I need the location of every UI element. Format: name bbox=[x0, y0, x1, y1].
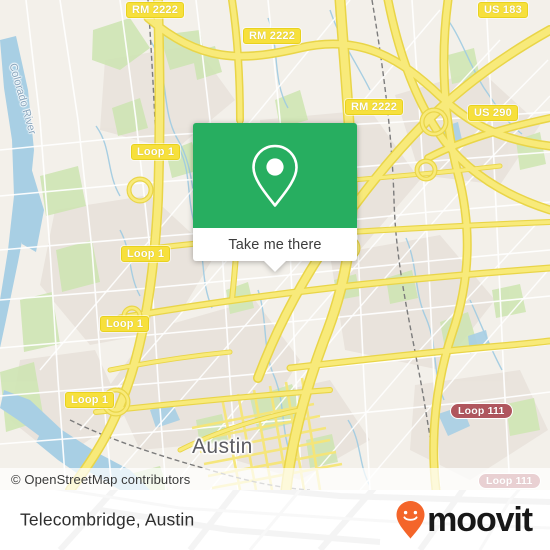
city-label: Austin bbox=[192, 435, 253, 458]
road-shield: Loop 1 bbox=[65, 392, 115, 408]
place-title: Telecombridge, Austin bbox=[20, 509, 195, 530]
footer-bar: Telecombridge, Austin moovit bbox=[0, 490, 550, 550]
popup-tail bbox=[264, 261, 286, 272]
popup-header bbox=[193, 123, 357, 228]
map-marker-popup[interactable]: Take me there bbox=[193, 123, 357, 272]
moovit-logo[interactable]: moovit bbox=[395, 500, 533, 540]
road-shield: US 183 bbox=[478, 2, 528, 18]
attribution-text: © OpenStreetMap contributors bbox=[11, 471, 191, 487]
road-shield: Loop 111 bbox=[450, 403, 513, 419]
road-shield: RM 2222 bbox=[126, 2, 185, 18]
moovit-wordmark: moovit bbox=[427, 501, 533, 539]
take-me-there-button[interactable]: Take me there bbox=[193, 228, 357, 261]
map-attribution[interactable]: © OpenStreetMap contributors bbox=[0, 468, 550, 490]
road-shield: US 290 bbox=[468, 105, 518, 121]
road-shield: Loop 1 bbox=[131, 144, 181, 160]
road-shield: RM 2222 bbox=[345, 99, 404, 115]
take-me-there-label: Take me there bbox=[228, 236, 322, 253]
road-shield: RM 2222 bbox=[243, 28, 302, 44]
moovit-map-screenshot: RM 2222 RM 2222 RM 2222 US 183 US 290 Loop 1 L… bbox=[0, 0, 550, 550]
road-shield: Loop 1 bbox=[100, 316, 150, 332]
road-shield: Loop 1 bbox=[121, 246, 171, 262]
moovit-pin-icon bbox=[396, 501, 425, 539]
location-pin-icon bbox=[252, 144, 298, 207]
